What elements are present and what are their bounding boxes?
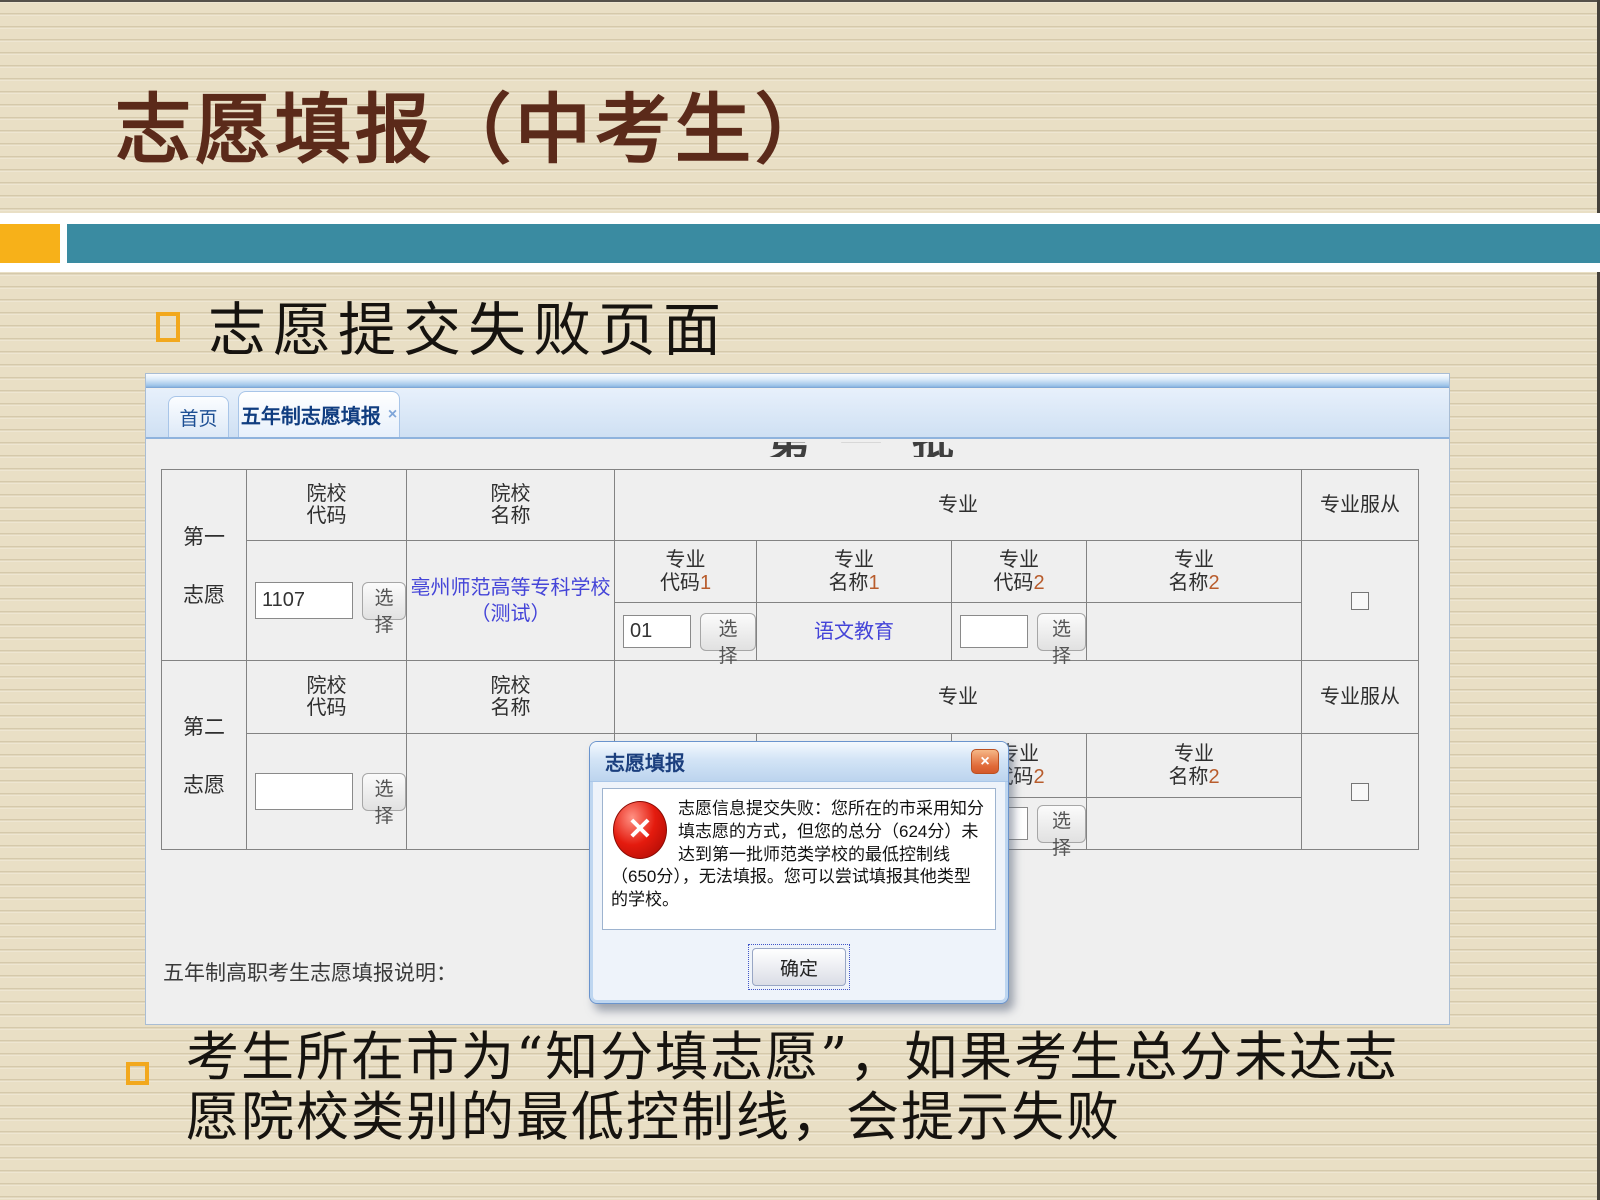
first-major-name1-link[interactable]: 语文教育 xyxy=(814,621,894,643)
first-major-code1-cell: 选择 xyxy=(615,603,757,661)
ok-button[interactable]: 确定 xyxy=(752,948,846,986)
col-header-major-name-2: 专业 名称2 xyxy=(1087,541,1302,603)
page-title: 志愿填报（中考生） xyxy=(115,68,835,178)
col-header-college-code-2nd: 院校代码 xyxy=(247,661,407,734)
col-header-major-name-2-2nd: 专业 名称2 xyxy=(1087,734,1302,798)
bullet-square-icon xyxy=(126,1062,149,1085)
bullet-square-icon xyxy=(156,312,180,342)
second-major-code2-select-button[interactable]: 选择 xyxy=(1037,805,1086,843)
slide-top-edge xyxy=(0,0,1600,2)
first-major-code1-select-button[interactable]: 选择 xyxy=(700,613,756,651)
tab-close-icon[interactable]: × xyxy=(388,406,397,424)
first-college-name-link[interactable]: 亳州师范高等专科学校 （测试） xyxy=(411,577,611,625)
first-major-name2-cell xyxy=(1087,603,1302,661)
volunteer-submit-dialog: 志愿填报 × ✕ 志愿信息提交失败：您所在的市采用知分填志愿的方式，但您的总分（… xyxy=(589,741,1009,1004)
first-major-name1-cell: 语文教育 xyxy=(757,603,952,661)
first-college-select-button[interactable]: 选择 xyxy=(362,582,406,620)
tab-active-label: 五年制志愿填报 xyxy=(241,400,381,429)
col-header-major-name-1: 专业 名称1 xyxy=(757,541,952,603)
first-major-code2-cell: 选择 xyxy=(952,603,1087,661)
first-college-name-cell: 亳州师范高等专科学校 （测试） xyxy=(407,541,615,661)
bullet2-text: 考生所在市为“知分填志愿”，如果考生总分未达志 愿院校类别的最低控制线，会提示失… xyxy=(186,1028,1516,1148)
bullet1-text: 志愿提交失败页面 xyxy=(208,283,728,367)
dialog-message: 志愿信息提交失败：您所在的市采用知分填志愿的方式，但您的总分（624分）未达到第… xyxy=(611,799,984,909)
bullet2-line2: 愿院校类别的最低控制线，会提示失败 xyxy=(186,1088,1516,1148)
col-header-college-code: 院校代码 xyxy=(247,470,407,541)
col-header-major-code-1: 专业 代码1 xyxy=(615,541,757,603)
bullet2-line1: 考生所在市为“知分填志愿”，如果考生总分未达志 xyxy=(186,1028,1516,1088)
application-screenshot: 首页 五年制志愿填报 × 第一批 第一 志愿 xyxy=(145,373,1450,1025)
second-college-code-input[interactable] xyxy=(255,773,353,810)
first-major-code2-input[interactable] xyxy=(960,615,1028,648)
divider-orange-block xyxy=(0,224,60,263)
first-college-code-input[interactable] xyxy=(255,582,353,619)
tab-five-year-volunteer[interactable]: 五年制志愿填报 × xyxy=(238,391,400,437)
row-label-first-choice: 第一 志愿 xyxy=(162,470,247,661)
row-label-second-choice: 第二 志愿 xyxy=(162,661,247,850)
second-major-obey-checkbox[interactable] xyxy=(1351,783,1369,801)
tab-bar: 首页 五年制志愿填报 × xyxy=(146,389,1450,439)
first-major-obey-cell xyxy=(1302,541,1419,661)
col-header-college-name: 院校名称 xyxy=(407,470,615,541)
slide: 志愿填报（中考生） 志愿提交失败页面 首页 五年制志愿填报 × 第一批 xyxy=(0,0,1600,1200)
second-college-code-cell: 选择 xyxy=(247,734,407,850)
col-header-major-obey: 专业服从 xyxy=(1302,470,1419,541)
second-major-obey-cell xyxy=(1302,734,1419,850)
col-header-major: 专业 xyxy=(615,470,1302,541)
tab-home[interactable]: 首页 xyxy=(168,396,229,437)
first-college-code-cell: 选择 xyxy=(247,541,407,661)
dialog-titlebar[interactable]: 志愿填报 × xyxy=(590,742,1008,782)
second-college-name-cell xyxy=(407,734,615,850)
batch-heading-clipped: 第一批 xyxy=(726,442,1026,457)
first-major-obey-checkbox[interactable] xyxy=(1351,592,1369,610)
screenshot-top-banner xyxy=(146,374,1450,388)
second-major-name2-cell xyxy=(1087,798,1302,850)
col-header-major-code-2: 专业 代码2 xyxy=(952,541,1087,603)
close-icon[interactable]: × xyxy=(971,749,999,774)
col-header-major-2nd: 专业 xyxy=(615,661,1302,734)
tab-home-label: 首页 xyxy=(179,404,217,431)
note-text: 五年制高职考生志愿填报说明： xyxy=(163,957,457,987)
dialog-message-panel: ✕ 志愿信息提交失败：您所在的市采用知分填志愿的方式，但您的总分（624分）未达… xyxy=(602,788,996,930)
col-header-major-obey-2nd: 专业服从 xyxy=(1302,661,1419,734)
first-major-code1-input[interactable] xyxy=(623,615,691,648)
first-major-code2-select-button[interactable]: 选择 xyxy=(1037,613,1086,651)
dialog-title: 志愿填报 xyxy=(605,747,685,776)
error-icon: ✕ xyxy=(613,801,667,859)
ok-button-focus-ring: 确定 xyxy=(748,944,850,990)
divider-teal-bar xyxy=(67,224,1600,263)
dialog-footer: 确定 xyxy=(590,930,1008,1004)
col-header-college-name-2nd: 院校名称 xyxy=(407,661,615,734)
second-college-select-button[interactable]: 选择 xyxy=(362,773,406,811)
